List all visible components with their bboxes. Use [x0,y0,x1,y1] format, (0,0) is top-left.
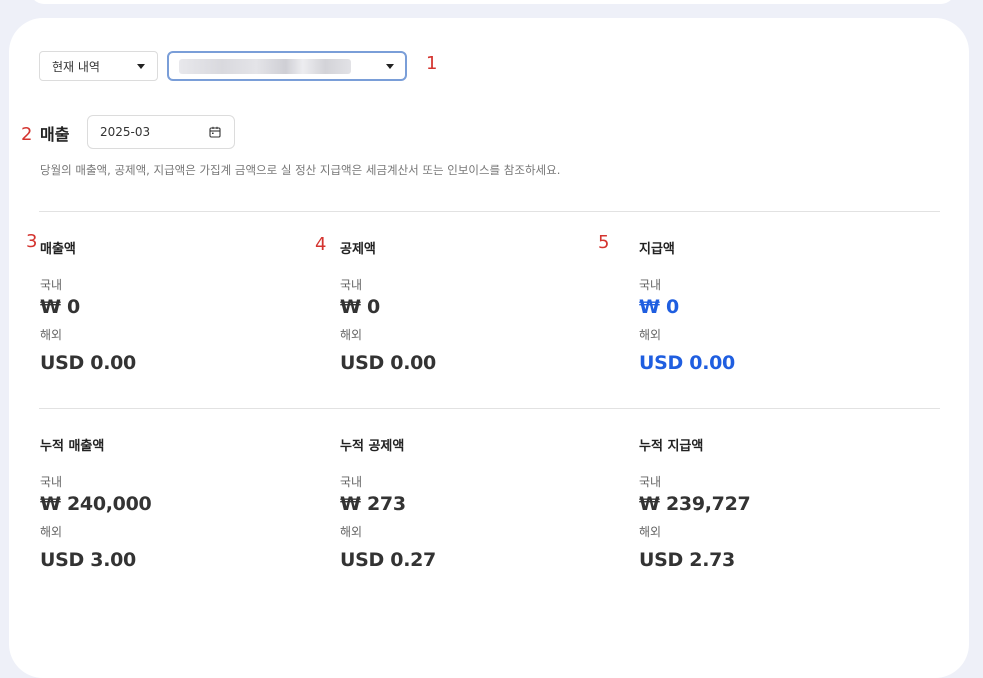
domestic-label: 국내 [40,475,63,489]
annotation-marker-3: 3 [26,231,38,252]
domestic-label: 국내 [639,475,662,489]
monthly-sales-domestic: ₩ 0 [40,296,80,318]
monthly-deduction-title: 공제액 [340,242,376,257]
annotation-marker-5: 5 [598,232,610,253]
domestic-label: 국내 [639,278,662,292]
domestic-label: 국내 [340,278,363,292]
monthly-payout-title: 지급액 [639,242,675,257]
annotation-marker-4: 4 [315,234,327,255]
cumulative-sales-domestic: ₩ 240,000 [40,493,152,515]
monthly-deduction-domestic: ₩ 0 [340,296,380,318]
section-title: 매출 [40,125,70,144]
period-select-value: 현재 내역 [52,59,100,74]
cumulative-sales-title: 누적 매출액 [40,439,105,454]
account-select[interactable] [167,51,407,81]
overseas-label: 해외 [639,328,662,342]
monthly-deduction-overseas: USD 0.00 [340,352,436,374]
domestic-label: 국내 [340,475,363,489]
monthly-payout-overseas: USD 0.00 [639,352,735,374]
annotation-marker-2: 2 [21,124,33,145]
overseas-label: 해외 [40,525,63,539]
overseas-label: 해외 [340,525,363,539]
divider-top [39,211,940,212]
overseas-label: 해외 [40,328,63,342]
cumulative-deduction-domestic: ₩ 273 [340,493,406,515]
settlement-notice: 당월의 매출액, 공제액, 지급액은 가집계 금액으로 실 정산 지급액은 세금… [40,163,561,177]
cumulative-payout-title: 누적 지급액 [639,439,704,454]
month-picker-value: 2025-03 [100,125,151,139]
calendar-icon [209,126,221,138]
monthly-payout-domestic: ₩ 0 [639,296,679,318]
monthly-sales-title: 매출액 [40,242,76,257]
caret-down-icon [137,64,145,69]
overseas-label: 해외 [340,328,363,342]
cumulative-sales-overseas: USD 3.00 [40,549,136,571]
annotation-marker-1: 1 [426,53,438,74]
cumulative-deduction-title: 누적 공제액 [340,439,405,454]
month-picker[interactable]: 2025-03 [87,115,235,149]
caret-down-icon [386,64,394,69]
overseas-label: 해외 [639,525,662,539]
divider-middle [39,408,940,409]
cumulative-payout-domestic: ₩ 239,727 [639,493,751,515]
period-select[interactable]: 현재 내역 [39,51,158,81]
cumulative-deduction-overseas: USD 0.27 [340,549,436,571]
settlement-card: 현재 내역 1 2 3 4 5 매출 2025-03 당월의 매출액, 공제액,… [9,18,969,678]
top-card-edge [30,0,955,4]
domestic-label: 국내 [40,278,63,292]
cumulative-payout-overseas: USD 2.73 [639,549,735,571]
account-select-value-redacted [179,58,351,74]
monthly-sales-overseas: USD 0.00 [40,352,136,374]
